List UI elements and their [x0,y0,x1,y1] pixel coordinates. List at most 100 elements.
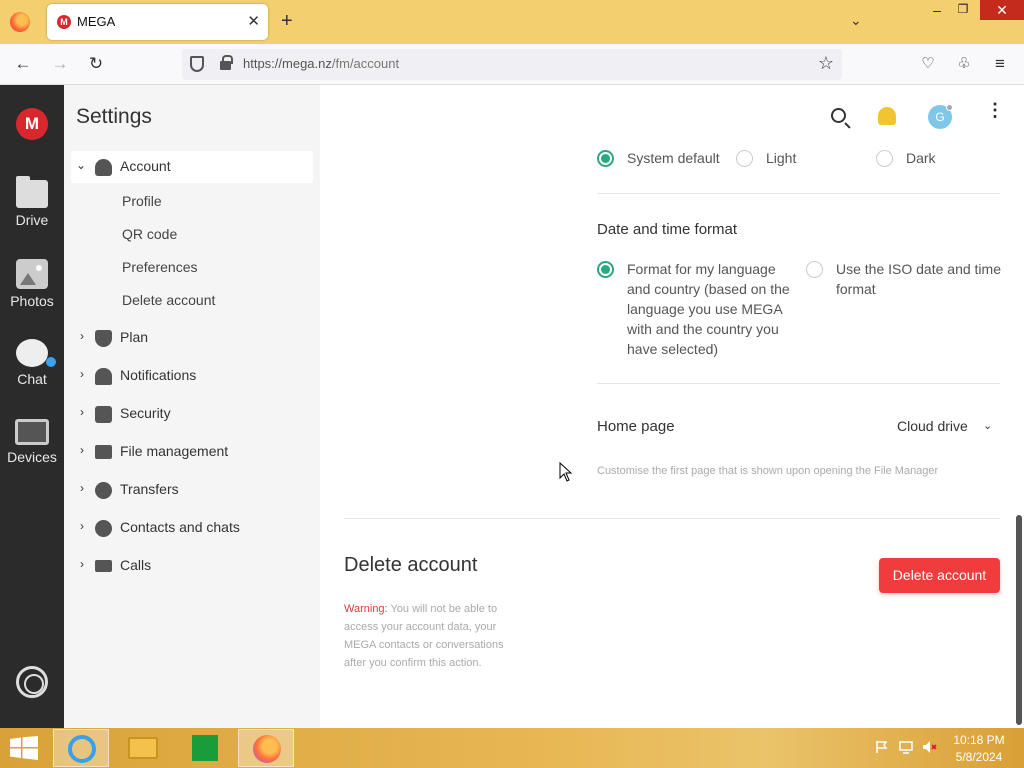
sidebar-subitem-profile[interactable]: Profile [122,193,162,209]
sidebar-item-account[interactable]: ⌄ Account [71,151,313,183]
radio-label: Light [766,150,797,166]
volume-muted-icon[interactable] [922,740,937,754]
clock-time[interactable]: 10:18 PM [948,733,1010,747]
chat-status-dot [46,357,56,367]
radio-label: Format for my language and country (base… [627,261,790,357]
extensions-icon[interactable]: ♧ [952,54,976,72]
chevron-right-icon: › [80,443,84,457]
divider [597,383,1000,384]
flag-icon[interactable] [875,740,889,754]
photo-icon [16,259,48,289]
windows-taskbar: 10:18 PM 5/8/2024 [0,728,1024,768]
radio-iso-format[interactable] [806,261,823,278]
chat-icon [16,339,48,367]
chevron-right-icon: › [80,367,84,381]
rail-item-photos[interactable]: Photos [0,259,64,309]
sidebar-item-label: Account [120,158,171,174]
presence-dot [946,104,953,111]
sidebar-subitem-qr-code[interactable]: QR code [122,226,177,242]
lock-icon[interactable] [220,55,233,70]
chevron-down-icon[interactable]: ⌄ [983,419,992,432]
sidebar-item-label: Security [120,405,171,421]
url-host: https://mega.nz [243,56,332,71]
transfer-icon [95,482,112,499]
forward-arrow-icon[interactable]: → [48,54,72,74]
devices-icon [15,419,49,445]
chevron-right-icon: › [80,405,84,419]
settings-sidebar: Settings ⌄ Account Profile QR code Prefe… [64,85,320,728]
url-text[interactable]: https://mega.nz/fm/account [243,56,399,71]
window-minimize-button[interactable]: – [926,2,948,20]
firefox-logo-icon[interactable] [10,12,30,32]
url-bar[interactable]: https://mega.nz/fm/account ☆ [182,49,842,80]
user-icon [95,159,112,176]
home-page-select[interactable]: Cloud drive [897,418,968,434]
sync-icon[interactable] [16,666,48,698]
network-icon[interactable] [899,740,913,754]
window-restore-button[interactable]: ❐ [952,2,974,20]
new-tab-button[interactable]: + [281,10,293,32]
back-arrow-icon[interactable]: ← [11,54,35,74]
browser-nav-bar: ← → ↻ https://mega.nz/fm/account ☆ ♡ ♧ ≡ [0,44,1024,85]
tab-close-icon[interactable]: ✕ [247,12,260,30]
sidebar-item-label: File management [120,443,229,459]
sidebar-item-label: Transfers [120,481,179,497]
taskbar-store[interactable] [176,729,232,767]
windows-start-icon[interactable] [10,736,38,760]
taskbar-file-explorer[interactable] [114,729,170,767]
taskbar-internet-explorer[interactable] [53,729,109,767]
megaphone-icon [95,368,112,385]
mouse-cursor-icon [559,462,573,482]
bookmark-star-icon[interactable]: ☆ [818,53,834,74]
chevron-down-icon: ⌄ [76,158,87,172]
delete-account-button[interactable]: Delete account [879,558,1000,593]
file-explorer-icon [128,737,158,759]
radio-dark[interactable] [876,150,893,167]
chevron-right-icon: › [80,557,84,571]
taskbar-firefox[interactable] [238,729,294,767]
firefox-icon [253,735,281,763]
chevron-right-icon: › [80,481,84,495]
rail-label: Photos [10,293,54,309]
more-vertical-icon[interactable]: ⋮ [986,101,1004,125]
date-time-title: Date and time format [597,221,738,238]
clock-date[interactable]: 5/8/2024 [948,750,1010,764]
search-icon[interactable] [831,108,846,123]
reload-icon[interactable]: ↻ [84,54,108,74]
rail-label: Chat [17,371,47,387]
radio-language-format[interactable] [597,261,614,278]
warning-label: Warning: [344,603,388,615]
bell-icon[interactable] [878,107,896,125]
tab-list-chevron-icon[interactable]: ⌄ [850,12,862,29]
rail-item-devices[interactable]: Devices [0,419,64,465]
tracking-shield-icon[interactable] [190,56,204,72]
home-page-title: Home page [597,418,675,435]
app-rail: M Drive Photos Chat Devices [0,85,64,728]
sidebar-item-label: Notifications [120,367,197,383]
menu-hamburger-icon[interactable]: ≡ [988,54,1012,74]
rail-item-drive[interactable]: Drive [0,176,64,228]
radio-label: System default [627,150,720,166]
mega-logo-icon[interactable]: M [16,108,48,140]
browser-tab-bar: M MEGA ✕ + ⌄ – ❐ ✕ [0,0,1024,44]
browser-tab[interactable]: M MEGA ✕ [47,4,268,40]
radio-label: Dark [906,150,936,166]
sidebar-subitem-delete-account[interactable]: Delete account [122,292,215,308]
radio-system-default[interactable] [597,150,614,167]
settings-title: Settings [76,105,152,128]
home-page-description: Customise the first page that is shown u… [597,465,939,477]
divider [344,518,1000,519]
radio-light[interactable] [736,150,753,167]
store-icon [192,735,218,761]
tab-title: MEGA [77,14,116,29]
radio-label: Use the ISO date and time format [836,261,1001,297]
sidebar-subitem-preferences[interactable]: Preferences [122,259,197,275]
sidebar-item-label: Contacts and chats [120,519,240,535]
lock-icon [95,406,112,423]
sidebar-item-label: Plan [120,329,149,345]
window-close-button[interactable]: ✕ [980,0,1024,20]
scrollbar-thumb[interactable] [1016,515,1022,725]
rail-label: Drive [15,212,49,228]
pocket-icon[interactable]: ♡ [916,54,940,72]
delete-account-title: Delete account [344,554,478,576]
